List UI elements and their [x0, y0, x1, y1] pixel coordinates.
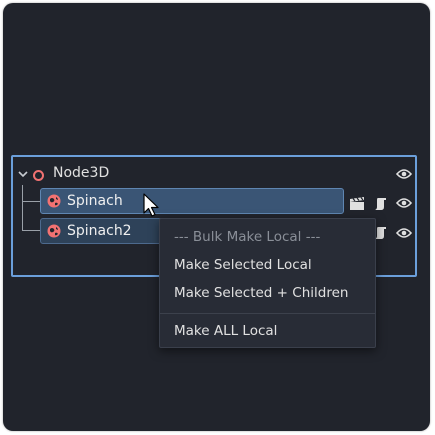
tree-item-spinach[interactable]: Spinach: [40, 188, 344, 214]
visibility-eye-icon[interactable]: [396, 197, 412, 209]
menu-header: --- Bulk Make Local ---: [174, 229, 321, 245]
chevron-down-icon[interactable]: [17, 170, 29, 180]
mesh-globe-icon: [47, 194, 61, 208]
open-scene-icon[interactable]: [349, 197, 365, 211]
menu-item-make-selected-children[interactable]: Make Selected + Children: [174, 285, 348, 301]
tree-guide-branch: [22, 230, 40, 231]
tree-item-spinach2[interactable]: Spinach2: [40, 218, 170, 244]
mesh-globe-icon: [47, 224, 61, 238]
menu-separator: [160, 313, 375, 314]
root-node-label: Node3D: [53, 165, 110, 181]
script-icon[interactable]: [374, 226, 388, 240]
menu-item-make-all-local[interactable]: Make ALL Local: [174, 323, 277, 339]
tree-row-root[interactable]: Node3D: [13, 160, 415, 186]
visibility-eye-icon[interactable]: [396, 168, 412, 180]
menu-item-make-selected-local[interactable]: Make Selected Local: [174, 257, 312, 273]
tree-guide-vertical: [22, 185, 23, 230]
tree-item-label: Spinach2: [67, 223, 132, 239]
visibility-eye-icon[interactable]: [396, 227, 412, 239]
context-menu[interactable]: --- Bulk Make Local --- Make Selected Lo…: [159, 218, 376, 348]
node3d-icon: [33, 170, 44, 181]
tree-item-label: Spinach: [67, 193, 123, 209]
script-icon[interactable]: [374, 197, 388, 211]
mouse-cursor-icon: [143, 193, 159, 217]
tree-guide-branch: [22, 201, 40, 202]
